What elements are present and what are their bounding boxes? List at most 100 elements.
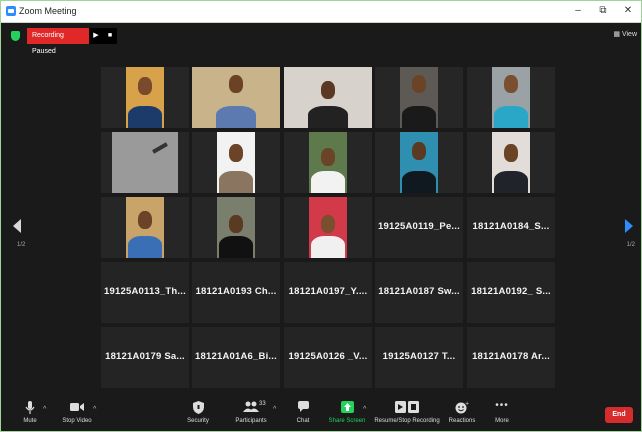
more-button[interactable]: ••• More: [489, 400, 515, 425]
participant-video: [192, 67, 280, 128]
participant-name: 19125A0127 T...: [382, 351, 456, 362]
participant-name: 19125A0126 _V...: [288, 351, 368, 362]
participant-name-tile[interactable]: 19125A0119_Pe...: [375, 197, 463, 258]
zoom-app-icon: [6, 6, 16, 16]
svg-text:+: +: [465, 401, 469, 407]
view-button[interactable]: ▦ View: [613, 30, 637, 38]
video-tile[interactable]: [467, 132, 555, 193]
reactions-button[interactable]: + Reactions: [446, 401, 478, 424]
participant-face: [321, 148, 335, 166]
stop-recording-button[interactable]: ■: [103, 28, 117, 44]
video-tile[interactable]: [375, 67, 463, 128]
video-tile[interactable]: [467, 67, 555, 128]
meeting-top-bar: Recording Paused ▶ ■ ▦ View: [1, 24, 641, 55]
participant-name-tile[interactable]: 19125A0113_Th...: [101, 262, 189, 323]
reactions-label: Reactions: [448, 418, 476, 424]
participant-name-tile[interactable]: 18121A0192_ S...: [467, 262, 555, 323]
participants-button[interactable]: 33 Participants: [229, 401, 273, 424]
security-button[interactable]: Security: [183, 401, 213, 424]
participant-video: [217, 132, 255, 193]
participant-figure: [128, 106, 162, 128]
stop-video-button[interactable]: Stop Video: [59, 401, 95, 424]
participant-name-tile[interactable]: 18121A01A6_Bi...: [192, 327, 280, 388]
resume-recording-button[interactable]: ▶: [89, 28, 103, 44]
participant-name-tile[interactable]: 18121A0184_S...: [467, 197, 555, 258]
participant-name: 18121A0179 Sa...: [105, 351, 185, 362]
share-screen-icon: [327, 401, 367, 414]
video-options-caret[interactable]: ^: [93, 406, 96, 413]
participant-face: [504, 144, 518, 162]
participant-name: 18121A0197_Y....: [288, 286, 368, 297]
participant-video: [309, 132, 347, 193]
video-tile[interactable]: [101, 197, 189, 258]
meeting-toolbar: Mute ^ Stop Video ^ Security 33 Particip…: [1, 399, 641, 431]
chat-label: Chat: [296, 418, 310, 424]
participant-face: [229, 144, 243, 162]
participant-figure: [308, 106, 348, 128]
encryption-shield-icon[interactable]: [11, 31, 20, 41]
participant-face: [504, 75, 518, 93]
participant-name: 18121A0192_ S...: [471, 286, 551, 297]
stop-video-label: Stop Video: [62, 418, 92, 424]
title-bar: Zoom Meeting – ⧉ ✕: [1, 1, 641, 23]
participant-figure: [494, 171, 528, 193]
video-tile[interactable]: [284, 67, 372, 128]
video-tile[interactable]: [192, 197, 280, 258]
ellipsis-icon: •••: [495, 400, 509, 411]
security-label: Security: [187, 418, 209, 424]
record-label: Resume/Stop Recording: [374, 418, 440, 424]
participant-name-tile[interactable]: 18121A0197_Y....: [284, 262, 372, 323]
record-controls-icon: [373, 401, 441, 414]
participant-video: [400, 67, 438, 128]
window-title: Zoom Meeting: [19, 6, 77, 16]
participant-face: [321, 81, 335, 99]
previous-page-arrow[interactable]: [13, 219, 21, 233]
audio-options-caret[interactable]: ^: [43, 406, 46, 413]
participant-video: [309, 197, 347, 258]
video-tile[interactable]: [284, 132, 372, 193]
participant-name: 18121A0187 Sw...: [378, 286, 460, 297]
minimize-button[interactable]: –: [570, 4, 586, 18]
chat-bubble-icon: [291, 401, 315, 414]
mute-button[interactable]: Mute: [15, 401, 45, 424]
participants-icon: 33: [229, 401, 273, 414]
chat-button[interactable]: Chat: [291, 401, 315, 424]
video-tile[interactable]: [375, 132, 463, 193]
participant-face: [138, 211, 152, 229]
participant-face: [229, 215, 243, 233]
participant-face: [229, 75, 243, 93]
more-label: More: [495, 418, 509, 424]
participant-name-tile[interactable]: 18121A0187 Sw...: [375, 262, 463, 323]
resume-stop-recording-button[interactable]: Resume/Stop Recording: [373, 401, 441, 424]
participants-count: 33: [259, 401, 266, 407]
participant-name-tile[interactable]: 19125A0127 T...: [375, 327, 463, 388]
participants-options-caret[interactable]: ^: [273, 406, 276, 413]
participant-figure: [219, 236, 253, 258]
participant-name-tile[interactable]: 18121A0193 Ch...: [192, 262, 280, 323]
video-tile[interactable]: [101, 67, 189, 128]
end-meeting-button[interactable]: End: [605, 407, 633, 423]
video-tile[interactable]: [192, 132, 280, 193]
participant-name-tile[interactable]: 19125A0126 _V...: [284, 327, 372, 388]
participant-name-tile[interactable]: 18121A0179 Sa...: [101, 327, 189, 388]
video-tile[interactable]: [284, 197, 372, 258]
restore-button[interactable]: ⧉: [595, 4, 611, 18]
page-indicator-right: 1/2: [626, 242, 635, 248]
participant-figure: [311, 171, 345, 193]
ceiling-fan-scene: [152, 142, 168, 154]
participant-figure: [219, 171, 253, 193]
share-options-caret[interactable]: ^: [363, 406, 366, 413]
video-tile[interactable]: [101, 132, 189, 193]
participant-figure: [216, 106, 256, 128]
participant-name: 18121A01A6_Bi...: [195, 351, 277, 362]
next-page-arrow[interactable]: [625, 219, 633, 233]
participant-figure: [402, 106, 436, 128]
participant-name: 19125A0119_Pe...: [378, 221, 460, 232]
close-button[interactable]: ✕: [620, 4, 636, 18]
shield-icon: [183, 401, 213, 414]
recording-status-badge: Recording Paused: [27, 28, 89, 55]
video-tile[interactable]: [192, 67, 280, 128]
share-screen-button[interactable]: Share Screen: [327, 401, 367, 424]
participant-name-tile[interactable]: 18121A0178 Ar...: [467, 327, 555, 388]
participant-video: [112, 132, 178, 193]
